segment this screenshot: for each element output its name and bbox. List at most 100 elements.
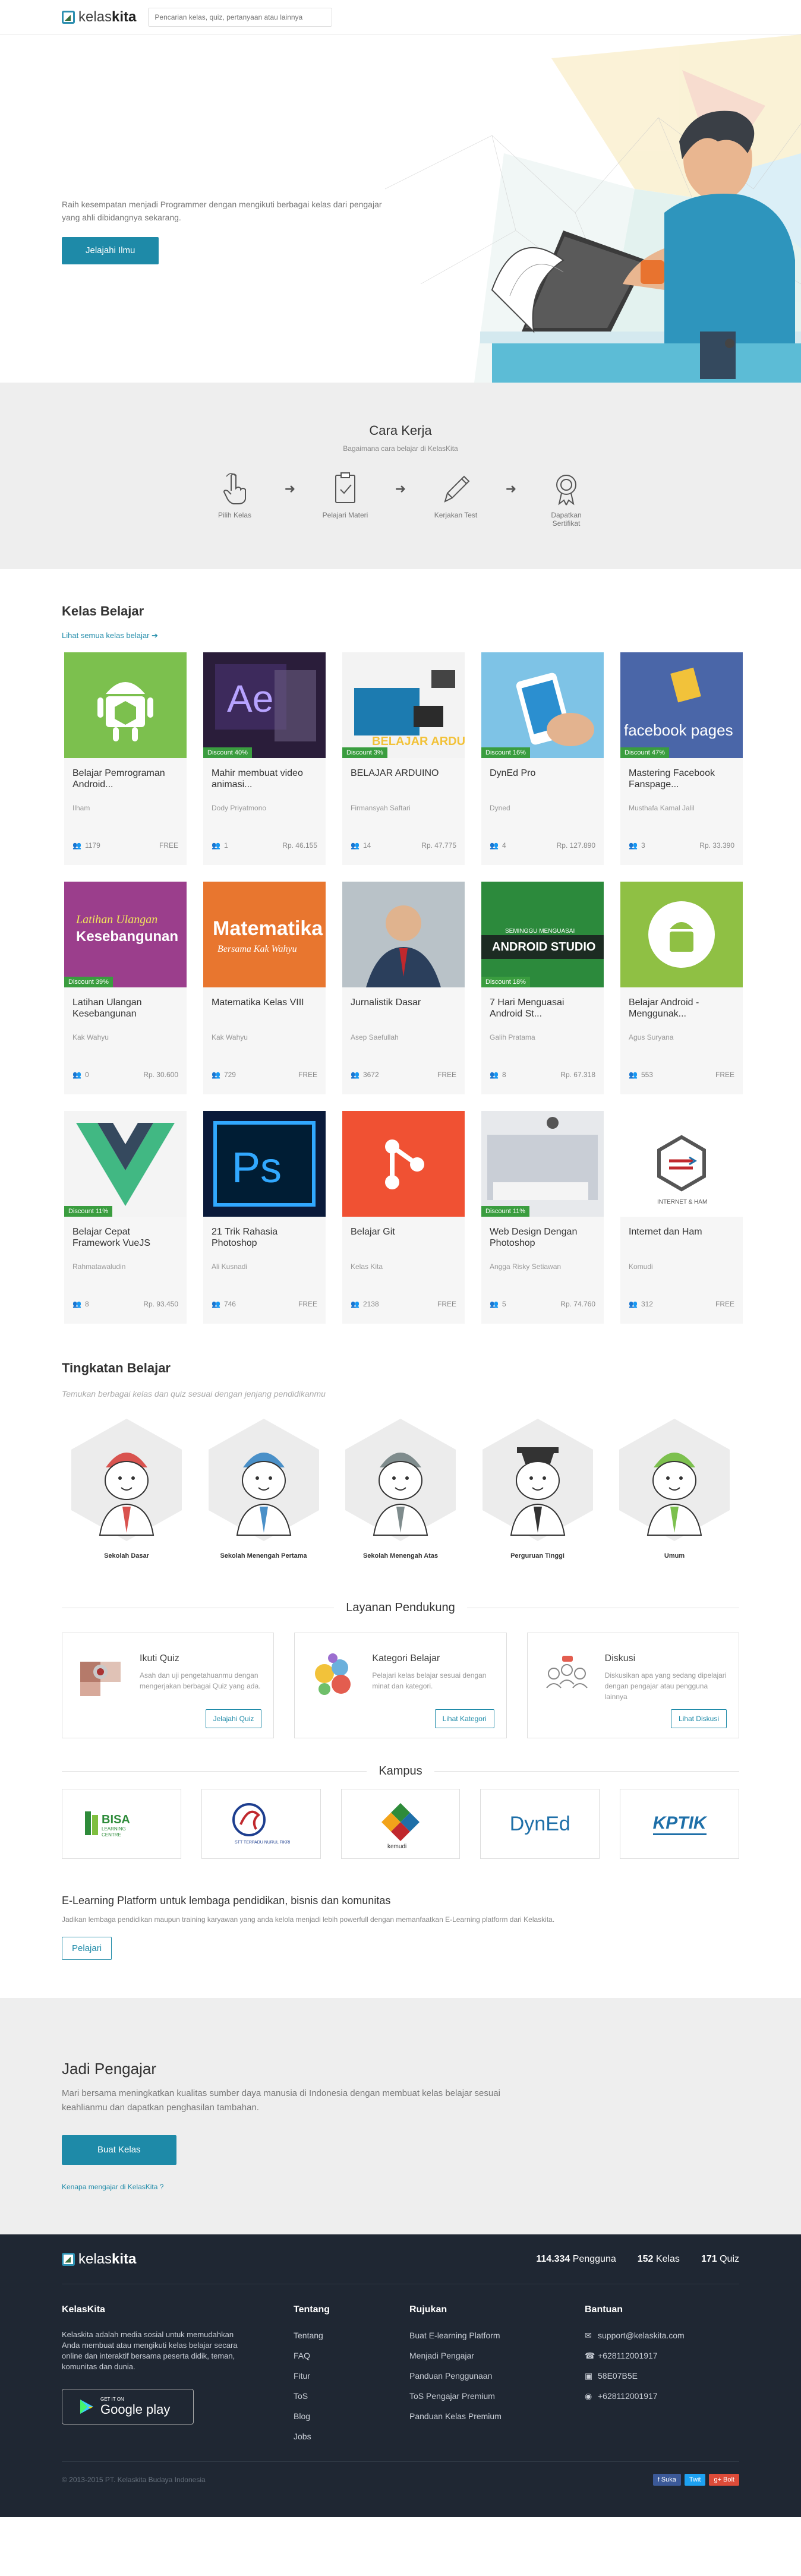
course-price: Rp. 67.318 bbox=[560, 1071, 595, 1079]
course-card[interactable]: Matematika Bersama Kak Wahyu Matematika K… bbox=[203, 882, 326, 1094]
students-count: 746 bbox=[223, 1300, 236, 1308]
course-title[interactable]: Web Design Dengan Photoshop bbox=[490, 1226, 595, 1260]
course-card[interactable]: INTERNET & HAM Internet dan Ham Komudi 👥… bbox=[620, 1111, 743, 1324]
course-title[interactable]: 21 Trik Rahasia Photoshop bbox=[212, 1226, 317, 1260]
users-icon: 👥 bbox=[212, 841, 220, 850]
kampus-logo-bisa[interactable]: BISA LEARNING CENTRE bbox=[62, 1789, 181, 1859]
kenapa-mengajar-link[interactable]: Kenapa mengajar di KelasKita ? bbox=[62, 2183, 739, 2191]
kampus-logo-nurul-fikri[interactable]: STT TERPADU NURUL FIKRI bbox=[201, 1789, 321, 1859]
level-item[interactable]: Sekolah Dasar bbox=[63, 1416, 190, 1560]
course-card[interactable]: Discount 11% Web Design Dengan Photoshop… bbox=[481, 1111, 604, 1324]
footer-bantuan-item[interactable]: ◉ +628112001917 bbox=[585, 2390, 739, 2402]
course-thumbnail[interactable]: Discount 11% bbox=[64, 1111, 187, 1217]
course-title[interactable]: Mahir membuat video animasi... bbox=[212, 768, 317, 801]
course-card[interactable]: Discount 11% Belajar Cepat Framework Vue… bbox=[64, 1111, 187, 1324]
course-thumbnail[interactable]: Discount 11% bbox=[481, 1111, 604, 1217]
course-thumbnail[interactable]: Matematika Bersama Kak Wahyu bbox=[203, 882, 326, 987]
course-card[interactable]: Ps 21 Trik Rahasia Photoshop Ali Kusnadi… bbox=[203, 1111, 326, 1324]
pelajari-button[interactable]: Pelajari bbox=[62, 1937, 112, 1960]
students-count: 0 bbox=[84, 1071, 89, 1079]
course-title[interactable]: Belajar Git bbox=[351, 1226, 456, 1260]
course-students: 👥 2138 bbox=[351, 1300, 379, 1308]
footer-tentang-link[interactable]: Tentang bbox=[294, 2329, 409, 2341]
footer-bantuan-title: Bantuan bbox=[585, 2304, 623, 2315]
jelajahi-ilmu-button[interactable]: Jelajahi Ilmu bbox=[62, 237, 159, 264]
course-thumbnail[interactable] bbox=[342, 1111, 465, 1217]
level-item[interactable]: Sekolah Menengah Atas bbox=[337, 1416, 464, 1560]
course-card[interactable]: Ae Discount 40% Mahir membuat video anim… bbox=[203, 652, 326, 865]
course-title[interactable]: Belajar Pemrograman Android... bbox=[72, 768, 178, 801]
course-card[interactable]: BELAJAR ARDUINO 1 Discount 3% BELAJAR AR… bbox=[342, 652, 465, 865]
kelaskita-logo[interactable]: kelaskita bbox=[62, 9, 136, 26]
support-title: Diskusi bbox=[604, 1653, 636, 1663]
course-thumbnail[interactable]: INTERNET & HAM bbox=[620, 1111, 743, 1217]
course-card[interactable]: Belajar Android - Menggunak... Agus Sury… bbox=[620, 882, 743, 1094]
users-icon: 👥 bbox=[629, 1071, 638, 1079]
course-thumbnail[interactable]: Ae Discount 40% bbox=[203, 652, 326, 758]
footer-rujukan-link[interactable]: Panduan Penggunaan bbox=[409, 2370, 537, 2382]
course-card[interactable]: Discount 16% DynEd Pro Dyned 👥 4 Rp. 127.… bbox=[481, 652, 604, 865]
footer-bantuan-item[interactable]: ✉ support@kelaskita.com bbox=[585, 2329, 739, 2341]
arrow-right-icon: ➜ bbox=[284, 481, 296, 496]
share-button[interactable]: Twit bbox=[684, 2473, 706, 2486]
footer-rujukan-link[interactable]: ToS Pengajar Premium bbox=[409, 2390, 537, 2402]
course-title[interactable]: Matematika Kelas VIII bbox=[212, 997, 317, 1031]
course-card[interactable]: Belajar Pemrograman Android... Ilham 👥 11… bbox=[64, 652, 187, 865]
course-title[interactable]: Belajar Cepat Framework VueJS bbox=[72, 1226, 178, 1260]
level-item[interactable]: Perguruan Tinggi bbox=[474, 1416, 601, 1560]
course-card[interactable]: facebook pages Discount 47% Mastering Fa… bbox=[620, 652, 743, 865]
course-card[interactable]: SEMINGGU MENGUASAI ANDROID STUDIO Discoun… bbox=[481, 882, 604, 1094]
footer-rujukan-link[interactable]: Menjadi Pengajar bbox=[409, 2350, 537, 2362]
footer-tentang-link[interactable]: Fitur bbox=[294, 2370, 409, 2382]
see-all-classes-link[interactable]: Lihat semua kelas belajar ➔ bbox=[62, 631, 739, 640]
kampus-logo-kptik[interactable]: KPTIK bbox=[620, 1789, 739, 1859]
footer-rujukan-link[interactable]: Buat E-learning Platform bbox=[409, 2329, 537, 2341]
course-price: FREE bbox=[437, 1071, 456, 1079]
footer-tentang-link[interactable]: Blog bbox=[294, 2410, 409, 2422]
footer-bantuan-item[interactable]: ▣ 58E07B5E bbox=[585, 2370, 739, 2382]
course-thumbnail[interactable]: SEMINGGU MENGUASAI ANDROID STUDIO Discoun… bbox=[481, 882, 604, 987]
course-thumbnail[interactable]: BELAJAR ARDUINO 1 Discount 3% bbox=[342, 652, 465, 758]
share-button[interactable]: f Suka bbox=[652, 2473, 681, 2486]
course-title[interactable]: Latihan Ulangan Kesebangunan bbox=[72, 997, 178, 1031]
course-card[interactable]: Belajar Git Kelas Kita 👥 2138 FREE bbox=[342, 1111, 465, 1324]
course-price: FREE bbox=[298, 1071, 317, 1079]
course-title[interactable]: Belajar Android - Menggunak... bbox=[629, 997, 734, 1031]
footer-tentang-link[interactable]: Jobs bbox=[294, 2430, 409, 2442]
lihat-diskusi-button[interactable]: Lihat Diskusi bbox=[670, 1709, 727, 1728]
search-input[interactable] bbox=[148, 8, 333, 27]
level-item[interactable]: Sekolah Menengah Pertama bbox=[200, 1416, 327, 1560]
course-title[interactable]: Internet dan Ham bbox=[629, 1226, 734, 1260]
course-title[interactable]: 7 Hari Menguasai Android St... bbox=[490, 997, 595, 1031]
share-button[interactable]: g+ Bolt bbox=[709, 2473, 739, 2486]
kampus-logo-dyned[interactable]: DynEd bbox=[480, 1789, 600, 1859]
kampus-logo-kemudi[interactable]: kemudi bbox=[340, 1789, 461, 1859]
course-thumbnail[interactable] bbox=[620, 882, 743, 987]
course-title[interactable]: Jurnalistik Dasar bbox=[351, 997, 456, 1031]
course-title[interactable]: BELAJAR ARDUINO bbox=[351, 768, 456, 801]
course-title[interactable]: Mastering Facebook Fanspage... bbox=[629, 768, 734, 801]
course-thumbnail[interactable] bbox=[342, 882, 465, 987]
course-thumbnail[interactable]: Discount 16% bbox=[481, 652, 604, 758]
course-card[interactable]: Latihan Ulangan Kesebangunan Discount 39%… bbox=[64, 882, 187, 1094]
course-thumbnail[interactable]: Latihan Ulangan Kesebangunan Discount 39% bbox=[64, 882, 187, 987]
nurul-fikri-logo: STT TERPADU NURUL FIKRI bbox=[232, 1803, 291, 1845]
footer-bantuan-item[interactable]: ☎ +628112001917 bbox=[585, 2350, 739, 2362]
footer-rujukan-link[interactable]: Panduan Kelas Premium bbox=[409, 2410, 537, 2422]
course-thumbnail[interactable]: Ps bbox=[203, 1111, 326, 1217]
course-thumbnail[interactable]: facebook pages Discount 47% bbox=[620, 652, 743, 758]
buat-kelas-button[interactable]: Buat Kelas bbox=[62, 2135, 176, 2165]
pencil-icon bbox=[444, 475, 470, 503]
google-play-badge[interactable]: GET IT ON Google play bbox=[62, 2389, 194, 2425]
jelajahi-quiz-button[interactable]: Jelajahi Quiz bbox=[205, 1709, 262, 1728]
footer-logo[interactable]: kelaskita bbox=[62, 2251, 136, 2268]
users-icon: 👥 bbox=[490, 841, 499, 850]
course-title[interactable]: DynEd Pro bbox=[490, 768, 595, 801]
course-card[interactable]: Jurnalistik Dasar Asep Saefullah 👥 3672 F… bbox=[342, 882, 465, 1094]
footer-tentang-link[interactable]: ToS bbox=[294, 2390, 409, 2402]
lihat-kategori-button[interactable]: Lihat Kategori bbox=[434, 1709, 494, 1728]
level-item[interactable]: Umum bbox=[611, 1416, 738, 1560]
course-thumbnail[interactable] bbox=[64, 652, 187, 758]
levels-row: Sekolah Dasar Sekolah Menengah Pertama S… bbox=[62, 1416, 739, 1560]
footer-tentang-link[interactable]: FAQ bbox=[294, 2350, 409, 2362]
